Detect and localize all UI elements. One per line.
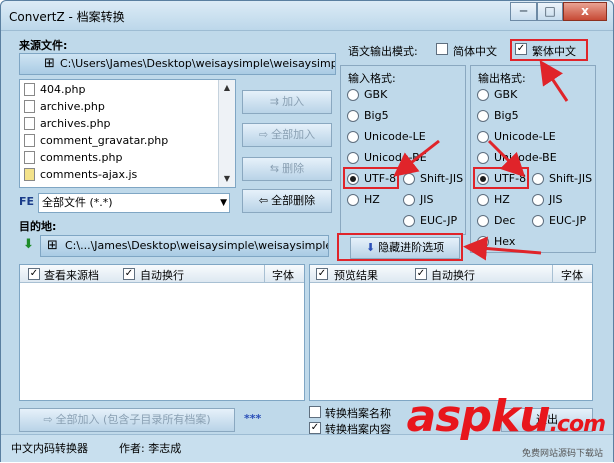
title-bar[interactable]: ConvertZ - 档案转换 ─ □ x [1, 1, 613, 31]
destination-label: 目的地: [19, 220, 57, 233]
folder-tree-icon: ⊞ [47, 238, 58, 253]
output-mode-label: 语文输出模式: [348, 45, 418, 58]
window-title: ConvertZ - 档案转换 [9, 10, 125, 24]
folder-tree-icon: ⊞ [44, 56, 55, 71]
highlight-box [510, 39, 588, 61]
source-text-pane[interactable]: ✓ 查看来源档 ✓ 自动换行 字体 [19, 264, 305, 401]
preview-checkbox[interactable]: ✓ [316, 268, 328, 280]
add-icon: ⇉ [269, 95, 280, 108]
file-filter-value: 全部文件 (*.*) [42, 196, 113, 209]
preview-label: 预览结果 [334, 269, 378, 282]
add-button[interactable]: ⇉ 加入 [242, 90, 332, 114]
add-all-icon: ⇨ [258, 128, 269, 141]
script-file-icon [24, 168, 35, 181]
app-window: ConvertZ - 档案转换 ─ □ x 来源文件: ⊞ C:\Users\J… [0, 0, 614, 462]
delete-all-icon: ⇦ [258, 194, 269, 207]
file-icon [24, 117, 35, 130]
close-button[interactable]: x [563, 2, 607, 21]
file-icon [24, 83, 35, 96]
left-font-button[interactable]: 字体 [272, 267, 294, 283]
right-font-button[interactable]: 字体 [561, 267, 583, 283]
arrow-down-icon[interactable]: ⬇ [23, 237, 34, 252]
file-filter-select[interactable]: 全部文件 (*.*) ▼ [38, 193, 230, 213]
simplified-label: 简体中文 [453, 45, 497, 58]
delete-all-button[interactable]: ⇦ 全部删除 [242, 189, 332, 213]
view-source-label: 查看来源档 [44, 269, 99, 282]
file-icon [24, 151, 35, 164]
highlight-box [473, 167, 529, 189]
add-all-subdirs-button[interactable]: ⇨ 全部加入 (包含子目录所有档案) [19, 408, 235, 432]
source-path: C:\Users\James\Desktop\weisaysimple\weis… [60, 57, 336, 70]
delete-icon: ⇆ [269, 162, 280, 175]
output-format-title: 输出格式: [478, 72, 526, 85]
input-format-title: 输入格式: [348, 72, 396, 85]
status-author: 作者: 李志成 [119, 442, 182, 455]
watermark-logo: aspku.com [406, 391, 606, 442]
preview-pane-header: ✓ 预览结果 ✓ 自动换行 字体 [310, 265, 592, 283]
view-source-checkbox[interactable]: ✓ [28, 268, 40, 280]
source-path-box[interactable]: ⊞ C:\Users\James\Desktop\weisaysimple\we… [19, 53, 336, 75]
watermark-subtitle: 免费网站源码下载站 [521, 449, 603, 459]
source-pane-header: ✓ 查看来源档 ✓ 自动换行 字体 [20, 265, 304, 283]
right-wrap-label: 自动换行 [431, 269, 475, 282]
file-icon [24, 134, 35, 147]
scroll-up-icon[interactable]: ▲ [219, 80, 235, 96]
status-app-name: 中文内码转换器 [11, 442, 88, 455]
add-all-icon: ⇨ [43, 413, 53, 426]
scroll-down-icon[interactable]: ▼ [219, 171, 235, 187]
highlight-box [343, 167, 399, 189]
convert-name-checkbox[interactable] [309, 406, 321, 418]
source-label: 来源文件: [19, 39, 68, 52]
highlight-box [337, 233, 463, 261]
left-wrap-checkbox[interactable]: ✓ [123, 268, 135, 280]
convert-name-label: 转换档案名称 [325, 407, 391, 420]
file-icon [24, 100, 35, 113]
maximize-button[interactable]: □ [537, 2, 563, 21]
left-wrap-label: 自动换行 [140, 269, 184, 282]
minimize-button[interactable]: ─ [510, 2, 537, 21]
preview-text-pane[interactable]: ✓ 预览结果 ✓ 自动换行 字体 [309, 264, 593, 401]
delete-button[interactable]: ⇆ 删除 [242, 157, 332, 181]
simplified-checkbox[interactable] [436, 43, 448, 55]
right-wrap-checkbox[interactable]: ✓ [415, 268, 427, 280]
convert-content-checkbox[interactable]: ✓ [309, 422, 321, 434]
filter-badge: FE [19, 195, 35, 208]
destination-path-box[interactable]: ⊞ C:\...\James\Desktop\weisaysimple\weis… [40, 235, 329, 257]
stars-text: *** [244, 412, 262, 425]
chevron-down-icon: ▼ [220, 198, 227, 208]
file-list-scrollbar[interactable]: ▲ ▼ [218, 80, 235, 187]
add-all-button[interactable]: ⇨ 全部加入 [242, 123, 332, 147]
file-list[interactable]: 404.php archive.php archives.php comment… [19, 79, 236, 188]
destination-path: C:\...\James\Desktop\weisaysimple\weisay… [65, 239, 328, 252]
